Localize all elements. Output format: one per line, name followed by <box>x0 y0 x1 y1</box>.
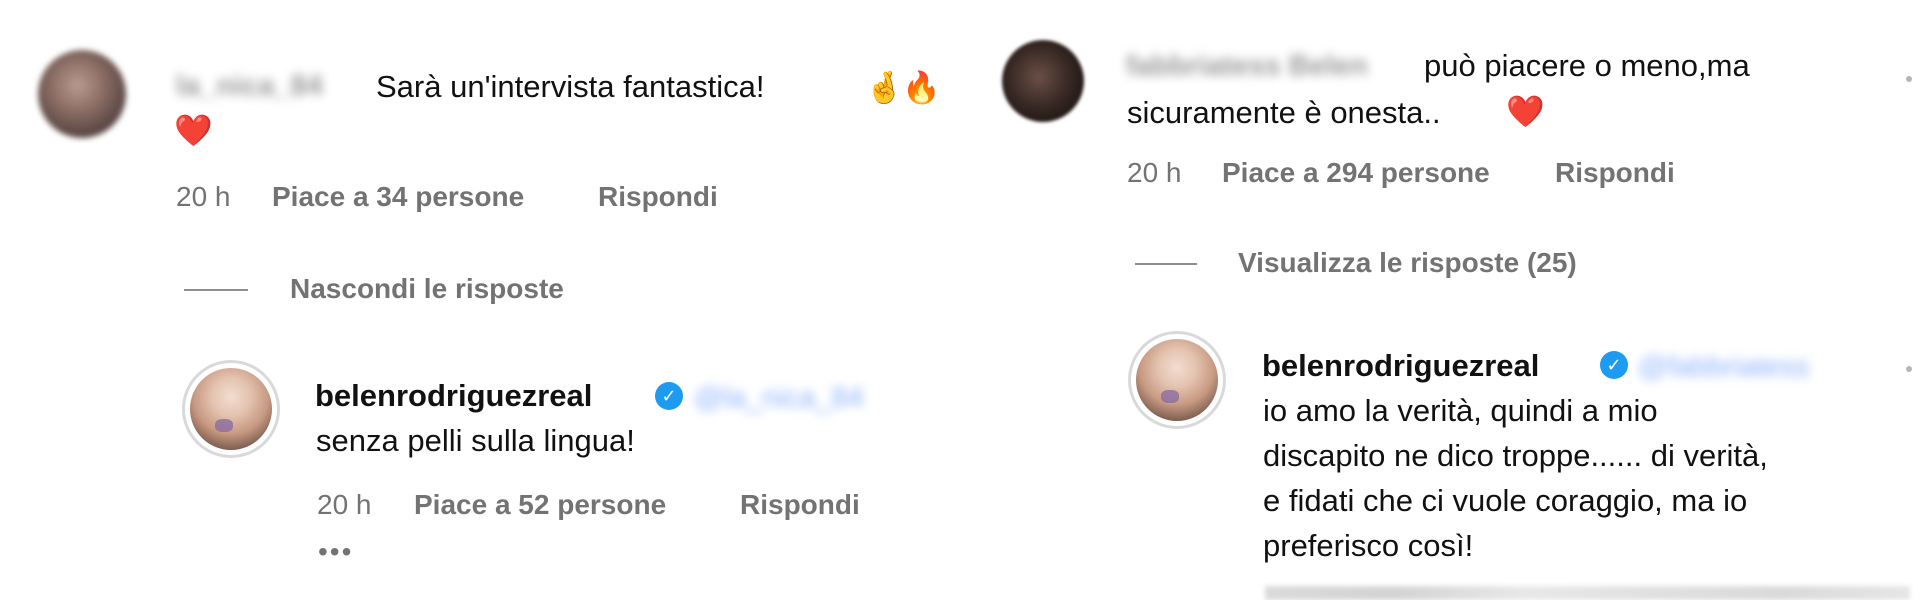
reply-reply-button[interactable]: Rispondi <box>740 488 860 522</box>
comment-likes[interactable]: Piace a 34 persone <box>272 180 524 214</box>
reply-username-right[interactable]: belenrodriguezreal <box>1262 346 1539 386</box>
more-options-button[interactable]: ••• <box>318 538 353 566</box>
belen-avatar-image <box>190 368 272 450</box>
reply-likes[interactable]: Piace a 52 persone <box>414 488 666 522</box>
reply-text-right-line2: discapito ne dico troppe...... di verità… <box>1263 438 1768 473</box>
more-options-dot[interactable] <box>1906 76 1912 82</box>
comment-text-right-line1: può piacere o meno,ma <box>1424 48 1750 83</box>
reply-mention[interactable]: @la_nica_84 <box>694 378 864 418</box>
left-comment-panel: la_nica_84 Sarà un'intervista fantastica… <box>0 0 1000 599</box>
belen-avatar-right[interactable] <box>1128 331 1226 429</box>
commenter-username[interactable]: la_nica_84 <box>176 66 323 106</box>
reply-text-right-line1: io amo la verità, quindi a mio <box>1263 393 1658 428</box>
comment-time: 20 h <box>176 181 231 212</box>
commenter-avatar-right[interactable] <box>1002 40 1084 122</box>
crossed-fingers-emoji-icon: 🤞 <box>865 70 904 106</box>
comment-text: Sarà un'intervista fantastica! <box>376 69 765 104</box>
belen-avatar-image <box>1136 339 1218 421</box>
verified-badge-icon: ✓ <box>655 382 683 410</box>
red-heart-emoji-icon: ❤️ <box>174 113 213 149</box>
view-replies-button[interactable]: Visualizza le risposte (25) <box>1238 246 1577 280</box>
reply-button[interactable]: Rispondi <box>598 180 718 214</box>
comment-time-right: 20 h <box>1127 157 1182 188</box>
thread-divider-line-right <box>1135 263 1197 265</box>
thread-divider-line <box>184 289 248 291</box>
red-heart-emoji-icon: ❤️ <box>1506 94 1545 130</box>
reply-text-right-line4: preferisco così! <box>1263 528 1474 563</box>
reply-username[interactable]: belenrodriguezreal <box>315 376 592 416</box>
fire-emoji-icon: 🔥 <box>902 70 941 106</box>
reply-text: senza pelli sulla lingua! <box>316 423 635 458</box>
reply-button-right[interactable]: Rispondi <box>1555 156 1675 190</box>
bottom-cutoff-row <box>1265 586 1910 600</box>
reply-mention-right[interactable]: @fabbriatess <box>1638 347 1809 387</box>
reply-text-right-line3: e fidati che ci vuole coraggio, ma io <box>1263 483 1748 518</box>
more-options-dot[interactable] <box>1906 366 1912 372</box>
belen-avatar[interactable] <box>182 360 280 458</box>
right-comment-panel: fabbriatess Belen può piacere o meno,ma … <box>1000 0 1920 599</box>
commenter-username-right[interactable]: fabbriatess Belen <box>1126 46 1426 86</box>
reply-time: 20 h <box>317 489 372 520</box>
comment-text-right-line2: sicuramente è onesta.. <box>1127 95 1441 130</box>
verified-badge-icon: ✓ <box>1600 351 1628 379</box>
hide-replies-button[interactable]: Nascondi le risposte <box>290 272 564 306</box>
commenter-avatar[interactable] <box>38 50 126 138</box>
comment-likes-right[interactable]: Piace a 294 persone <box>1222 156 1490 190</box>
